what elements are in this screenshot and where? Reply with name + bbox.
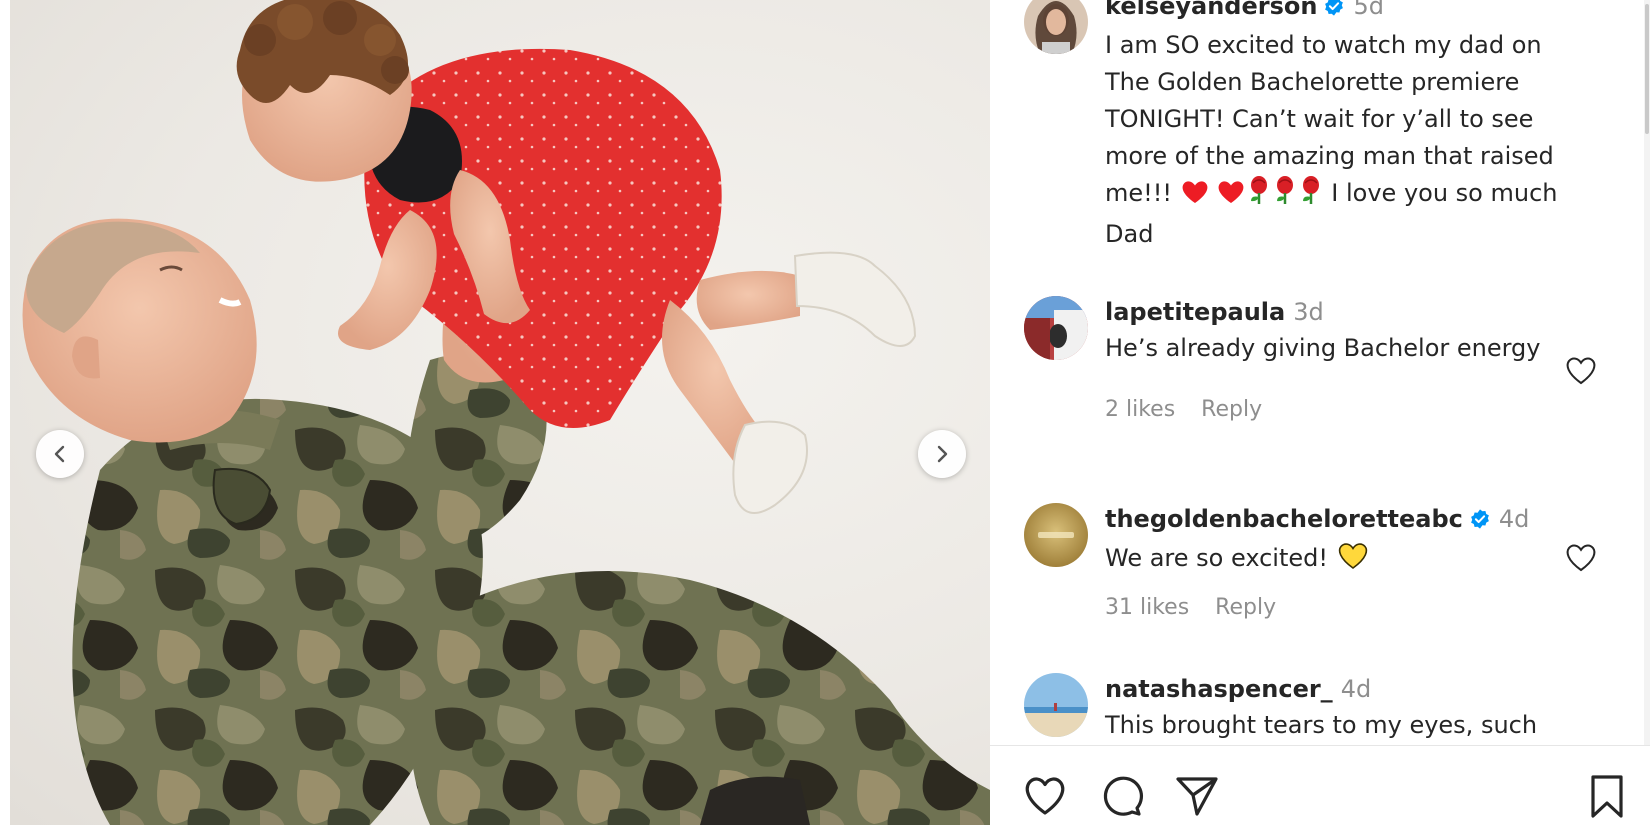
- comment-likes-count[interactable]: 2 likes: [1105, 397, 1175, 422]
- comment-text: This brought tears to my eyes, such: [1105, 711, 1538, 739]
- comments-panel: kelseyanderson 5d I am SO excited to watc…: [990, 0, 1650, 825]
- comment-like-heart-icon[interactable]: [1564, 356, 1598, 386]
- comment-like-heart-icon[interactable]: [1564, 543, 1598, 573]
- comment-text-body: We are so excited!: [1105, 544, 1328, 572]
- yellow-heart-emoji-icon: [1336, 542, 1370, 581]
- caption-timestamp[interactable]: 5d: [1353, 0, 1384, 20]
- caption-username[interactable]: kelseyanderson: [1105, 0, 1317, 20]
- avatar-lapetitepaula: [1024, 296, 1088, 360]
- instagram-post-view: kelseyanderson 5d I am SO excited to watc…: [0, 0, 1650, 825]
- caption-text: I am SO excited to watch my dad on The G…: [1105, 27, 1585, 253]
- chevron-right-icon: [937, 445, 948, 463]
- red-heart-emoji-icon: [1210, 179, 1246, 216]
- share-icon[interactable]: [1174, 773, 1220, 819]
- post-photo: [10, 0, 990, 825]
- reply-button[interactable]: Reply: [1215, 595, 1276, 620]
- reply-button[interactable]: Reply: [1201, 397, 1262, 422]
- avatar[interactable]: [1024, 673, 1088, 737]
- avatar-thegoldenbacheloretteabc: [1024, 503, 1088, 567]
- comment-username[interactable]: thegoldenbacheloretteabc: [1105, 505, 1463, 533]
- comment-username[interactable]: lapetitepaula: [1105, 298, 1285, 326]
- comment-text: We are so excited!: [1105, 540, 1585, 581]
- avatar-natashaspencer: [1024, 673, 1088, 737]
- comment-username[interactable]: natashaspencer_: [1105, 675, 1333, 703]
- comment-header: lapetitepaula 3d: [1105, 296, 1585, 328]
- red-heart-emoji-icon: [1180, 179, 1210, 216]
- like-heart-icon[interactable]: [1022, 773, 1068, 819]
- chevron-left-icon: [54, 445, 65, 463]
- rose-emoji-icon: [1272, 175, 1298, 216]
- bookmark-icon[interactable]: [1584, 773, 1630, 819]
- avatar[interactable]: [1024, 0, 1088, 54]
- comment-item: natashaspencer_ 4d This brought tears to …: [1024, 673, 1584, 745]
- verified-badge-icon: [1469, 506, 1491, 538]
- caption-tail-text: I love you so much Dad: [1105, 179, 1558, 248]
- comment-text: He’s already giving Bachelor energy: [1105, 334, 1541, 362]
- rose-emoji-icon: [1298, 175, 1324, 216]
- comment-icon[interactable]: [1098, 773, 1144, 819]
- comment-meta: 2 likes Reply: [1105, 397, 1585, 422]
- caption-header: kelseyanderson 5d: [1105, 0, 1585, 25]
- comment-likes-count[interactable]: 31 likes: [1105, 595, 1189, 620]
- comment-meta: 31 likes Reply: [1105, 595, 1585, 620]
- rose-emoji-icon: [1246, 175, 1272, 216]
- photo-illustration: [22, 0, 990, 825]
- comment-timestamp[interactable]: 3d: [1293, 298, 1324, 326]
- carousel-next-button[interactable]: [918, 430, 966, 478]
- avatar[interactable]: [1024, 503, 1088, 567]
- scrollbar-thumb[interactable]: [1645, 4, 1649, 134]
- comment-timestamp[interactable]: 4d: [1341, 675, 1372, 703]
- comment-header: natashaspencer_ 4d: [1105, 673, 1584, 705]
- avatar[interactable]: [1024, 296, 1088, 360]
- comment-timestamp[interactable]: 4d: [1499, 505, 1530, 533]
- action-bar-divider: [990, 745, 1650, 746]
- post-media: [0, 0, 990, 825]
- carousel-prev-button[interactable]: [36, 430, 84, 478]
- verified-badge-icon: [1323, 0, 1345, 25]
- comments-scrollbar[interactable]: [1644, 0, 1650, 745]
- comment-header: thegoldenbacheloretteabc 4d: [1105, 503, 1585, 538]
- avatar-kelseyanderson: [1024, 0, 1088, 54]
